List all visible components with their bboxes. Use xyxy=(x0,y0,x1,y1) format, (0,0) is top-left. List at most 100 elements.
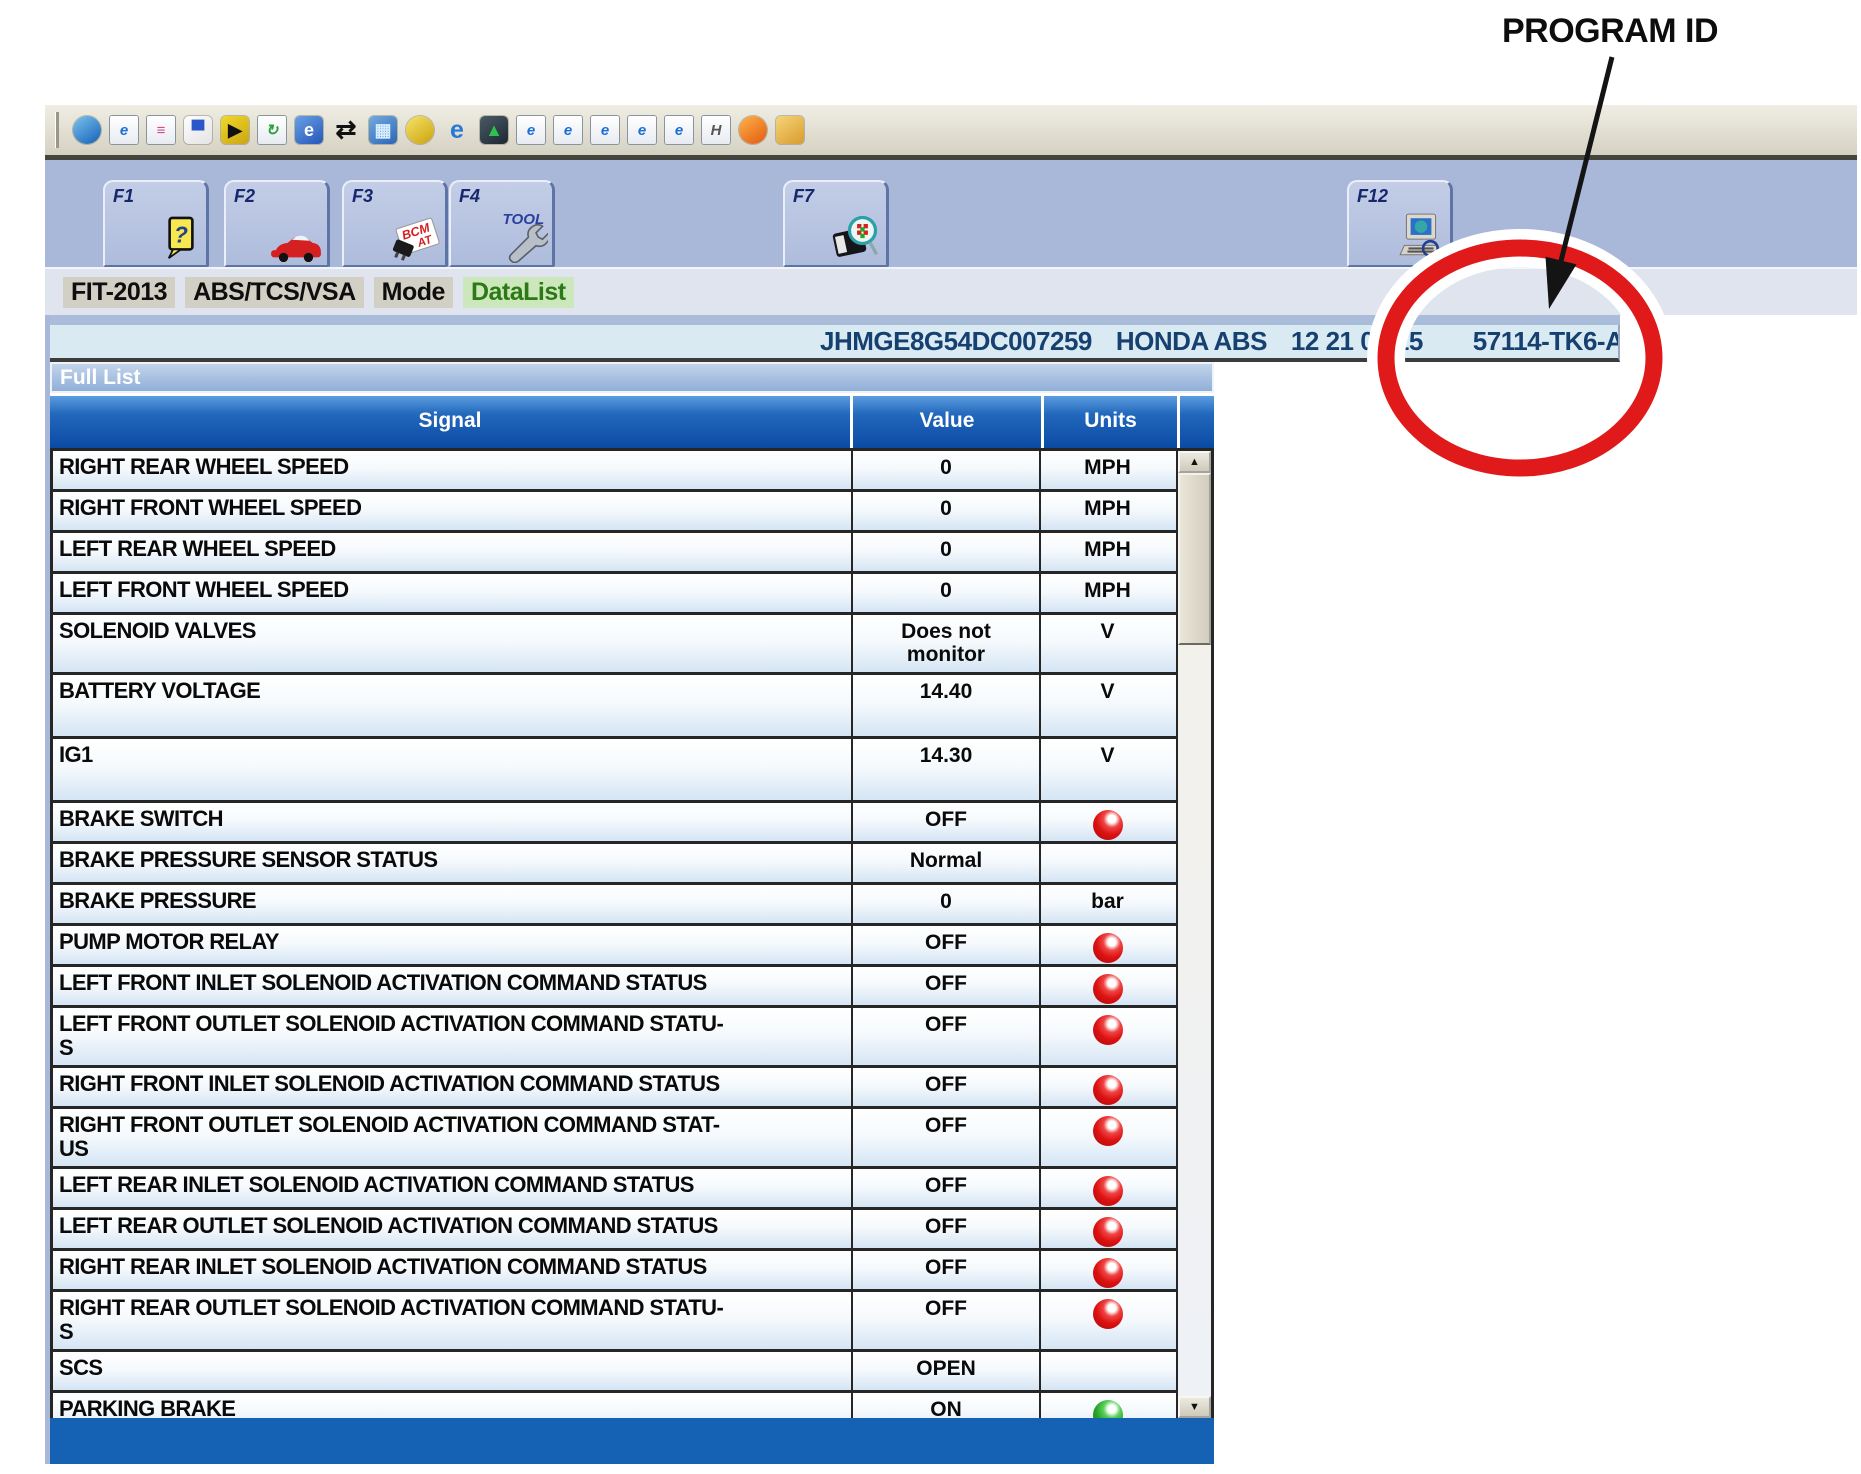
units-cell: MPH xyxy=(1041,451,1174,489)
red-led-indicator xyxy=(1093,1176,1123,1206)
tool-icon: TOOL xyxy=(496,209,548,263)
svg-text:?: ? xyxy=(174,221,188,247)
tab-f12-pc-diagnostics[interactable]: F12 xyxy=(1347,180,1453,267)
table-row[interactable]: LEFT REAR INLET SOLENOID ACTIVATION COMM… xyxy=(53,1169,1176,1210)
internet-explorer-icon[interactable]: e xyxy=(443,116,471,144)
units-cell xyxy=(1041,1210,1174,1248)
security-key-icon[interactable] xyxy=(406,116,434,144)
table-row[interactable]: RIGHT REAR WHEEL SPEED 0 MPH xyxy=(53,451,1176,492)
column-header-signal[interactable]: Signal xyxy=(50,396,853,448)
breadcrumb-item-model[interactable]: FIT-2013 xyxy=(63,277,175,308)
tab-f4-tool[interactable]: F4 TOOL xyxy=(449,180,555,267)
f2-key-label: F2 xyxy=(234,186,255,207)
table-row[interactable]: IG1 14.30 V xyxy=(53,739,1176,803)
scroll-up-button[interactable]: ▲ xyxy=(1178,451,1211,473)
report-document-icon[interactable]: ≡ xyxy=(147,116,175,144)
units-cell xyxy=(1041,1169,1174,1207)
value-cell: OPEN xyxy=(853,1352,1041,1390)
table-row[interactable]: LEFT FRONT INLET SOLENOID ACTIVATION COM… xyxy=(53,967,1176,1008)
table-row[interactable]: RIGHT FRONT OUTLET SOLENOID ACTIVATION C… xyxy=(53,1109,1176,1169)
breadcrumb-item-datalist[interactable]: DataList xyxy=(463,277,574,308)
scroll-down-button[interactable]: ▼ xyxy=(1178,1396,1211,1418)
value-cell: OFF xyxy=(853,1251,1041,1289)
value-cell: Does not monitor xyxy=(853,615,1041,672)
value-cell: OFF xyxy=(853,926,1041,964)
ie-document-icon[interactable]: e xyxy=(591,116,619,144)
ie-document-icon[interactable]: e xyxy=(517,116,545,144)
scrollbar-thumb[interactable] xyxy=(1178,473,1211,645)
honda-document-icon[interactable]: H xyxy=(702,116,730,144)
value-cell: 14.30 xyxy=(853,739,1041,800)
ie-document-icon[interactable]: e xyxy=(110,116,138,144)
units-cell: MPH xyxy=(1041,492,1174,530)
units-cell: MPH xyxy=(1041,533,1174,571)
tab-f3-bcm-at[interactable]: F3 BCM AT xyxy=(342,180,448,267)
table-row[interactable]: BRAKE PRESSURE SENSOR STATUS Normal xyxy=(53,844,1176,885)
signal-cell: PUMP MOTOR RELAY xyxy=(53,926,853,964)
value-cell: 14.40 xyxy=(853,675,1041,736)
page-refresh-icon[interactable]: ↻ xyxy=(258,116,286,144)
signal-cell: RIGHT REAR INLET SOLENOID ACTIVATION COM… xyxy=(53,1251,853,1289)
units-cell xyxy=(1041,926,1174,964)
window-icon[interactable]: ▀ xyxy=(184,116,212,144)
vehicle-status-bar: JHMGE8G54DC007259 HONDA ABS 12 21 02 15 … xyxy=(50,315,1620,362)
chart-flag-icon[interactable]: ▲ xyxy=(480,116,508,144)
column-header-value[interactable]: Value xyxy=(853,396,1044,448)
table-row[interactable]: RIGHT REAR INLET SOLENOID ACTIVATION COM… xyxy=(53,1251,1176,1292)
value-cell: OFF xyxy=(853,1109,1041,1166)
units-cell: bar xyxy=(1041,885,1174,923)
media-player-icon[interactable]: ▶ xyxy=(221,116,249,144)
table-row[interactable]: LEFT REAR OUTLET SOLENOID ACTIVATION COM… xyxy=(53,1210,1176,1251)
table-row[interactable]: LEFT FRONT WHEEL SPEED 0 MPH xyxy=(53,574,1176,615)
signal-cell: BRAKE PRESSURE xyxy=(53,885,853,923)
f7-key-label: F7 xyxy=(793,186,814,207)
ie-document-icon[interactable]: e xyxy=(665,116,693,144)
table-row[interactable]: LEFT FRONT OUTLET SOLENOID ACTIVATION CO… xyxy=(53,1008,1176,1068)
red-led-indicator xyxy=(1093,1015,1123,1045)
hds-datalist-screen: PROGRAM ID e≡▀▶↻e⇄▦e▲eeeeeH F1 ? F2 F3 xyxy=(0,0,1861,1474)
red-led-indicator xyxy=(1093,974,1123,1004)
signal-cell: IG1 xyxy=(53,739,853,800)
value-cell: OFF xyxy=(853,1292,1041,1349)
transfer-arrows-icon[interactable]: ⇄ xyxy=(332,116,360,144)
column-header-units[interactable]: Units xyxy=(1044,396,1180,448)
table-row[interactable]: BATTERY VOLTAGE 14.40 V xyxy=(53,675,1176,739)
tab-f2-vehicle[interactable]: F2 xyxy=(224,180,330,267)
signal-cell: LEFT REAR OUTLET SOLENOID ACTIVATION COM… xyxy=(53,1210,853,1248)
hds-sphere-icon[interactable] xyxy=(739,116,767,144)
units-cell: MPH xyxy=(1041,574,1174,612)
table-row[interactable]: PARKING BRAKE ON xyxy=(53,1393,1176,1418)
units-cell: V xyxy=(1041,739,1174,800)
signal-cell: LEFT FRONT OUTLET SOLENOID ACTIVATION CO… xyxy=(53,1008,853,1065)
table-row[interactable]: RIGHT FRONT INLET SOLENOID ACTIVATION CO… xyxy=(53,1068,1176,1109)
table-row[interactable]: PUMP MOTOR RELAY OFF xyxy=(53,926,1176,967)
table-row[interactable]: BRAKE PRESSURE 0 bar xyxy=(53,885,1176,926)
table-row[interactable]: BRAKE SWITCH OFF xyxy=(53,803,1176,844)
tab-f1-help[interactable]: F1 ? xyxy=(103,180,209,267)
internet-globe-icon[interactable] xyxy=(73,116,101,144)
signal-cell: RIGHT REAR OUTLET SOLENOID ACTIVATION CO… xyxy=(53,1292,853,1349)
breadcrumb-item-mode[interactable]: Mode xyxy=(374,277,453,308)
f3-key-label: F3 xyxy=(352,186,373,207)
table-row[interactable]: RIGHT FRONT WHEEL SPEED 0 MPH xyxy=(53,492,1176,533)
breadcrumb-item-system[interactable]: ABS/TCS/VSA xyxy=(185,277,364,308)
table-row[interactable]: LEFT REAR WHEEL SPEED 0 MPH xyxy=(53,533,1176,574)
value-cell: OFF xyxy=(853,1068,1041,1106)
table-row[interactable]: RIGHT REAR OUTLET SOLENOID ACTIVATION CO… xyxy=(53,1292,1176,1352)
remote-screen-icon[interactable]: ▦ xyxy=(369,116,397,144)
signal-cell: RIGHT FRONT WHEEL SPEED xyxy=(53,492,853,530)
green-led-indicator xyxy=(1093,1400,1123,1418)
table-row[interactable]: SCS OPEN xyxy=(53,1352,1176,1393)
tab-f7-data-monitor[interactable]: F7 xyxy=(783,180,889,267)
folder-icon[interactable] xyxy=(776,116,804,144)
value-cell: ON xyxy=(853,1393,1041,1418)
red-led-indicator xyxy=(1093,933,1123,963)
vertical-scrollbar[interactable]: ▲ ▼ xyxy=(1176,451,1211,1418)
ie-document-icon[interactable]: e xyxy=(554,116,582,144)
table-row[interactable]: SOLENOID VALVES Does not monitor V xyxy=(53,615,1176,675)
messenger-icon[interactable]: e xyxy=(295,116,323,144)
signal-cell: SOLENOID VALVES xyxy=(53,615,853,672)
ie-document-icon[interactable]: e xyxy=(628,116,656,144)
f1-key-label: F1 xyxy=(113,186,134,207)
value-cell: 0 xyxy=(853,492,1041,530)
